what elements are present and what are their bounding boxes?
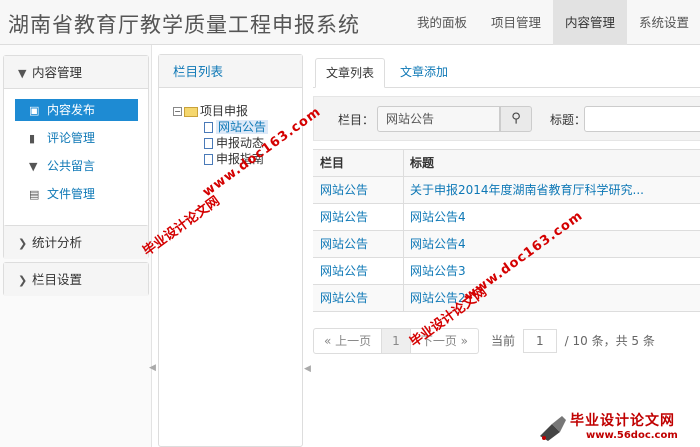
content-menu: ▣ 内容发布 ▮ 评论管理 ▼ 公共留言 ▤ 文件管理: [4, 89, 148, 219]
panel-title: 内容管理: [32, 65, 83, 80]
panel-title: 栏目设置: [32, 272, 83, 287]
tree-collapse-handle[interactable]: ◀: [304, 364, 311, 374]
sidebar-item-label: 文件管理: [47, 187, 96, 201]
panel-title: 统计分析: [32, 235, 83, 250]
tab-article-add[interactable]: 文章添加: [390, 58, 458, 88]
column-tree-panel: 栏目列表 − 项目申报 网站公告 申报动态 申报指南: [158, 54, 303, 447]
sidebar-item-content-publish[interactable]: ▣ 内容发布: [15, 99, 138, 121]
tree-node-label: 项目申报: [200, 104, 249, 118]
page-number-input[interactable]: 1: [522, 329, 557, 353]
table-header-row: 栏目 标题: [313, 150, 700, 177]
sidebar-item-label: 评论管理: [47, 131, 96, 145]
tree-node-root[interactable]: − 项目申报: [173, 103, 268, 119]
comment-icon: ▮: [29, 132, 36, 145]
chevron-right-icon: ❯: [18, 274, 28, 287]
panel-header-column-settings[interactable]: ❯ 栏目设置: [4, 263, 148, 296]
tree-node-website-notice[interactable]: 网站公告: [173, 119, 269, 135]
column-settings-panel: ❯ 栏目设置: [3, 262, 149, 296]
page-info-prefix: 当前: [490, 334, 515, 348]
sidebar-item-comment-management[interactable]: ▮ 评论管理: [15, 127, 138, 149]
tree-node-label: 网站公告: [216, 120, 269, 134]
filter-icon: ▼: [29, 160, 38, 173]
app-title: 湖南省教育厅教学质量工程申报系统: [8, 13, 360, 37]
sidebar-item-label: 公共留言: [47, 159, 96, 173]
statistics-panel: ❯ 统计分析: [3, 225, 149, 259]
column-header-title: 标题: [410, 156, 435, 170]
table-row: 网站公告 网站公告4: [313, 204, 700, 231]
left-sidebar: ▼ 内容管理 ▣ 内容发布 ▮ 评论管理 ▼ 公共留言 ▤ 文件管理 ❯ 统计分析 ❯ 栏目设…: [0, 45, 156, 447]
folder-open-icon: ▤: [29, 188, 40, 201]
search-icon: ⚲: [511, 111, 521, 126]
chevron-down-icon: ▼: [18, 67, 27, 80]
search-button[interactable]: ⚲: [500, 106, 532, 132]
document-icon: [204, 154, 213, 165]
sidebar-collapse-handle[interactable]: ◀: [149, 363, 156, 373]
document-icon: [204, 138, 213, 149]
title-search-input[interactable]: [584, 106, 700, 132]
document-icon: [204, 122, 213, 133]
watermark-logo-title: 毕业设计论文网: [570, 413, 675, 429]
filter-bar: 栏目： 网站公告 ⚲ 标题：: [313, 96, 700, 141]
sidebar-item-file-management[interactable]: ▤ 文件管理: [15, 183, 138, 205]
watermark-logo-url: www.56doc.com: [586, 430, 678, 441]
folder-icon: [184, 106, 198, 117]
row-column-link[interactable]: 网站公告: [320, 204, 402, 230]
panel-header-statistics[interactable]: ❯ 统计分析: [4, 226, 148, 259]
watermark-logo: 毕业设计论文网 www.56doc.com: [530, 408, 700, 447]
prev-page-button[interactable]: « 上一页: [313, 328, 383, 354]
content-management-panel: ▼ 内容管理 ▣ 内容发布 ▮ 评论管理 ▼ 公共留言 ▤ 文件管理: [3, 55, 149, 230]
nav-my-dashboard[interactable]: 我的面板: [405, 0, 479, 45]
table-row: 网站公告 网站公告4: [313, 231, 700, 258]
current-page-indicator: 1: [382, 328, 411, 354]
chevron-right-icon: ❯: [18, 237, 28, 250]
top-bar: 湖南省教育厅教学质量工程申报系统 我的面板 项目管理 内容管理 系统设置: [0, 0, 700, 45]
row-column-link[interactable]: 网站公告: [320, 231, 402, 257]
row-title-link[interactable]: 网站公告3: [410, 258, 700, 284]
briefcase-icon: ▣: [29, 104, 40, 117]
top-nav: 我的面板 项目管理 内容管理 系统设置: [405, 0, 700, 45]
table-row: 网站公告 关于申报2014年度湖南省教育厅科学研究...: [313, 177, 700, 204]
tree-panel-title: 栏目列表: [159, 55, 302, 88]
nav-system-settings[interactable]: 系统设置: [627, 0, 700, 45]
article-table: 栏目 标题 网站公告 关于申报2014年度湖南省教育厅科学研究... 网站公告 …: [313, 149, 700, 312]
column-header-column: 栏目: [320, 156, 345, 170]
tab-article-list[interactable]: 文章列表: [315, 58, 386, 88]
page-info: 当前 1 / 10 条，共 5 条: [491, 329, 655, 353]
content-tabs: 文章列表 文章添加: [313, 54, 700, 88]
title-filter-label: 标题：: [550, 113, 587, 127]
nav-content-management[interactable]: 内容管理: [553, 0, 628, 45]
pen-logo-icon: [540, 416, 566, 441]
row-title-link[interactable]: 关于申报2014年度湖南省教育厅科学研究...: [410, 177, 700, 203]
sidebar-item-label: 内容发布: [47, 103, 96, 117]
row-column-link[interactable]: 网站公告: [320, 285, 402, 311]
column-filter-label: 栏目：: [338, 113, 375, 127]
table-row: 网站公告 网站公告2: [313, 285, 700, 312]
row-column-link[interactable]: 网站公告: [320, 258, 402, 284]
column-select[interactable]: 网站公告: [377, 106, 500, 132]
row-column-link[interactable]: 网站公告: [320, 177, 402, 203]
collapse-toggle-icon[interactable]: −: [173, 107, 182, 116]
page-info-total: / 10 条，共 5 条: [564, 334, 655, 348]
pagination: « 上一页 1 下一页 » 当前 1 / 10 条，共 5 条: [313, 328, 655, 354]
nav-project-management[interactable]: 项目管理: [479, 0, 553, 45]
sidebar-item-public-messages[interactable]: ▼ 公共留言: [15, 155, 138, 177]
panel-header-content-management[interactable]: ▼ 内容管理: [4, 56, 148, 89]
